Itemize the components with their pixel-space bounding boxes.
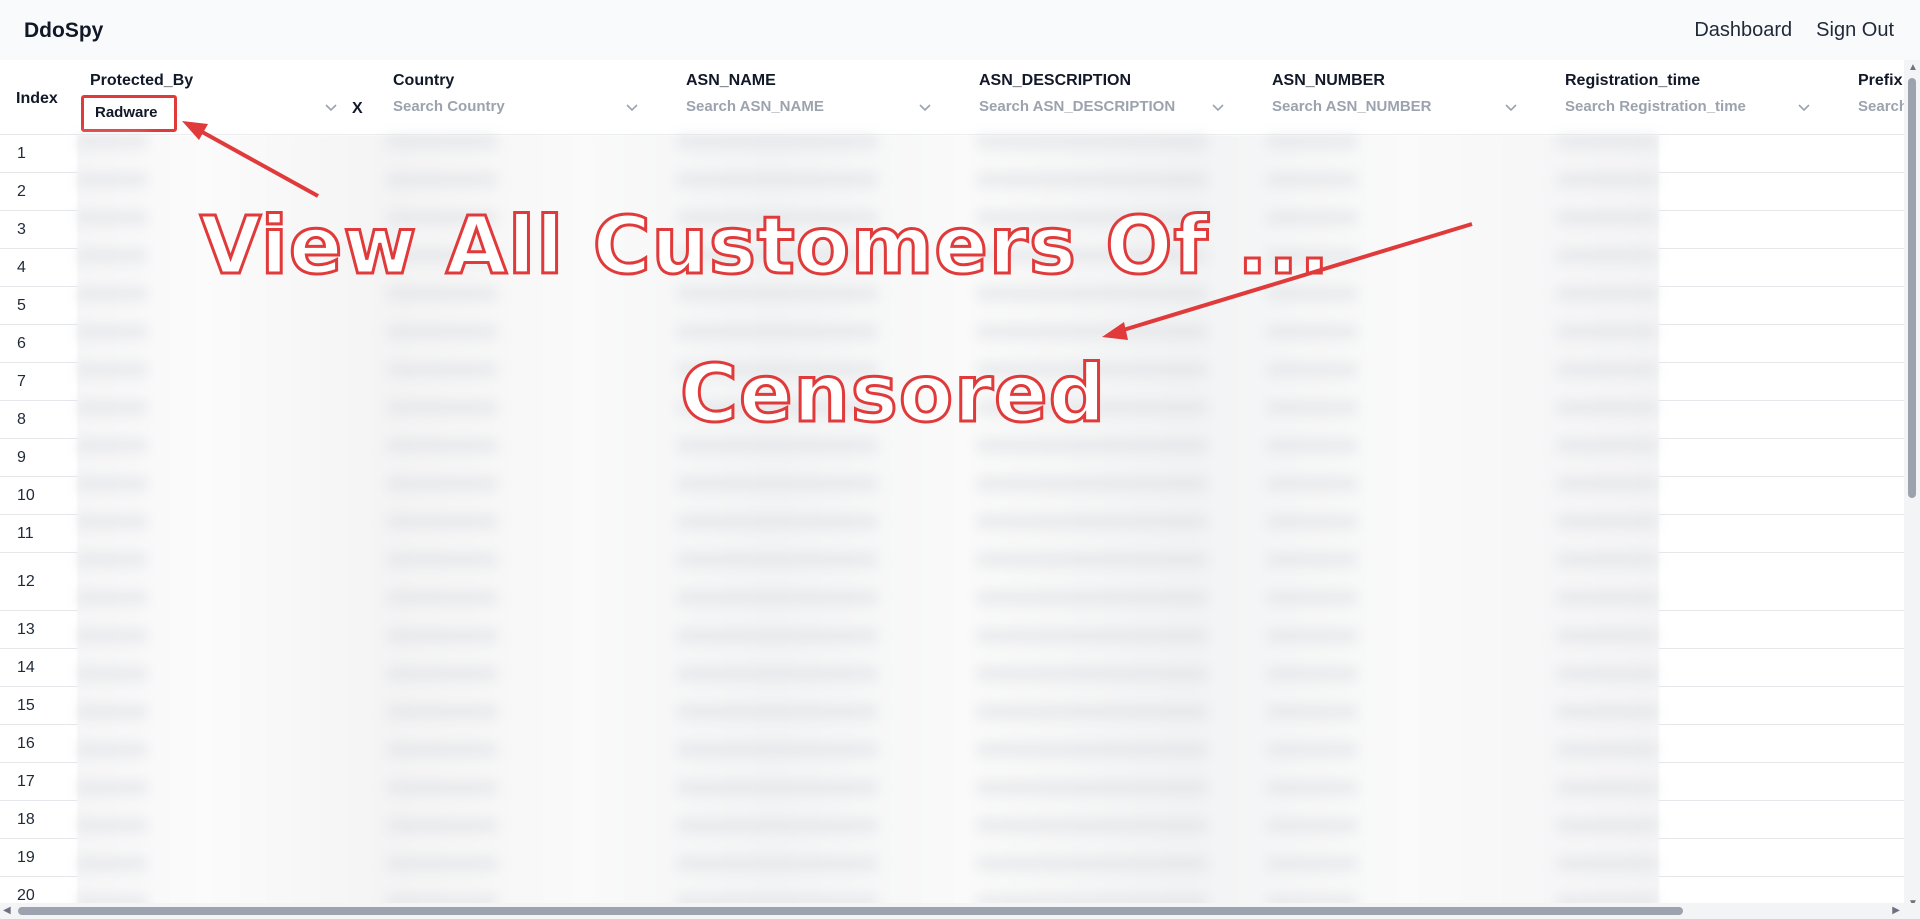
blurred-column xyxy=(1557,135,1657,911)
chevron-down-icon[interactable] xyxy=(1211,100,1225,114)
filter-placeholder: Search Country xyxy=(393,98,505,115)
blurred-column xyxy=(77,135,147,911)
chevron-down-icon[interactable] xyxy=(625,100,639,114)
filter-placeholder: Search ASN_NUMBER xyxy=(1272,98,1432,115)
protected-by-selected-value[interactable]: Radware xyxy=(81,95,177,132)
row-index: 19 xyxy=(17,849,35,866)
chevron-down-icon[interactable] xyxy=(918,100,932,114)
row-index: 16 xyxy=(17,735,35,752)
scroll-right-icon[interactable]: ▶ xyxy=(1892,905,1900,916)
column-country: Country Search Country xyxy=(393,72,673,120)
column-title: Country xyxy=(393,72,455,89)
annotation-censored: Censored xyxy=(678,347,1107,442)
filter-placeholder: Search ASN_NAME xyxy=(686,98,824,115)
clear-filter-button[interactable]: X xyxy=(352,100,363,118)
brand-logo[interactable]: DdoSpy xyxy=(24,19,103,43)
column-title: Registration_time xyxy=(1565,72,1701,89)
row-index: 3 xyxy=(17,221,26,238)
column-asn-description: ASN_DESCRIPTION Search ASN_DESCRIPTION xyxy=(979,72,1259,120)
row-index: 18 xyxy=(17,811,35,828)
scrollbar-thumb[interactable] xyxy=(1908,78,1916,498)
asn-description-filter[interactable]: Search ASN_DESCRIPTION xyxy=(979,98,1225,120)
row-index: 2 xyxy=(17,183,26,200)
row-index: 5 xyxy=(17,297,26,314)
row-index: 12 xyxy=(17,573,35,590)
nav-sign-out-link[interactable]: Sign Out xyxy=(1816,19,1894,42)
table-header-row: Index Protected_By Country Search Countr… xyxy=(0,60,1904,135)
column-title: Prefix xyxy=(1858,72,1903,89)
filter-placeholder: Search xyxy=(1858,98,1904,115)
column-title: ASN_DESCRIPTION xyxy=(979,72,1132,89)
horizontal-scrollbar[interactable]: ◀ ▶ xyxy=(0,903,1920,919)
chevron-down-icon[interactable] xyxy=(1504,100,1518,114)
prefix-filter[interactable]: Search xyxy=(1858,98,1904,120)
scrollbar-thumb[interactable] xyxy=(18,907,1683,915)
chevron-down-icon[interactable] xyxy=(324,100,338,114)
column-asn-name: ASN_NAME Search ASN_NAME xyxy=(686,72,966,120)
vertical-scrollbar[interactable]: ▲ ▼ xyxy=(1904,60,1920,911)
row-index: 10 xyxy=(17,487,35,504)
column-asn-number: ASN_NUMBER Search ASN_NUMBER xyxy=(1272,72,1552,120)
row-index: 6 xyxy=(17,335,26,352)
column-title: ASN_NUMBER xyxy=(1272,72,1385,89)
selected-value-label: Radware xyxy=(95,104,158,121)
row-index: 7 xyxy=(17,373,26,390)
filter-placeholder: Search ASN_DESCRIPTION xyxy=(979,98,1176,115)
country-filter[interactable]: Search Country xyxy=(393,98,639,120)
column-registration-time: Registration_time Search Registration_ti… xyxy=(1565,72,1845,120)
row-index: 15 xyxy=(17,697,35,714)
row-index: 4 xyxy=(17,259,26,276)
scroll-left-icon[interactable]: ◀ xyxy=(3,905,11,916)
column-title: ASN_NAME xyxy=(686,72,776,89)
top-navbar: DdoSpy Dashboard Sign Out xyxy=(0,0,1920,60)
chevron-down-icon[interactable] xyxy=(1797,100,1811,114)
scroll-up-icon[interactable]: ▲ xyxy=(1908,62,1918,73)
row-index: 17 xyxy=(17,773,35,790)
row-index: 9 xyxy=(17,449,26,466)
column-title: Protected_By xyxy=(90,72,194,89)
row-index: 14 xyxy=(17,659,35,676)
column-prefix: Prefix Search xyxy=(1858,72,1904,120)
nav-dashboard-link[interactable]: Dashboard xyxy=(1694,19,1792,42)
row-index: 8 xyxy=(17,411,26,428)
nav-links: Dashboard Sign Out xyxy=(1694,19,1894,42)
registration-time-filter[interactable]: Search Registration_time xyxy=(1565,98,1811,120)
row-index: 1 xyxy=(17,145,26,162)
index-column-header: Index xyxy=(16,90,58,107)
annotation-view-all-customers: View All Customers Of ... xyxy=(198,199,1331,294)
row-index: 13 xyxy=(17,621,35,638)
asn-name-filter[interactable]: Search ASN_NAME xyxy=(686,98,932,120)
row-index: 11 xyxy=(17,525,34,542)
asn-number-filter[interactable]: Search ASN_NUMBER xyxy=(1272,98,1518,120)
filter-placeholder: Search Registration_time xyxy=(1565,98,1746,115)
